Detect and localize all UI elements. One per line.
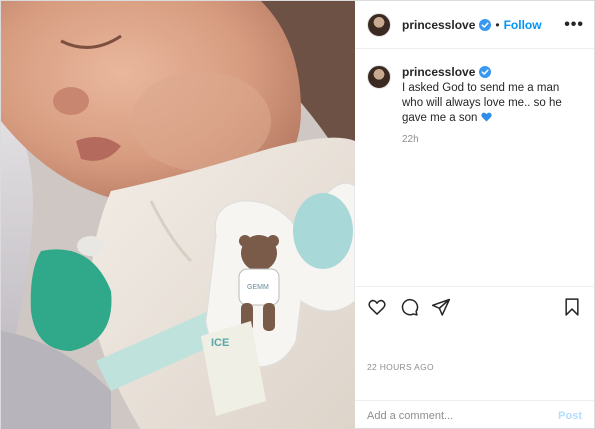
- post-photo[interactable]: ICE GEMM: [1, 1, 355, 429]
- tag-text: ICE: [211, 337, 229, 349]
- avatar[interactable]: [367, 12, 391, 37]
- verified-badge-icon: [479, 66, 492, 78]
- caption-row: princesslove I asked God to send me a ma…: [367, 65, 582, 147]
- more-options-icon[interactable]: •••: [564, 16, 584, 34]
- caption-text: I asked God to send me a man who will al…: [402, 81, 582, 126]
- comment-box: Post: [355, 400, 594, 429]
- share-icon[interactable]: [431, 297, 451, 317]
- heart-icon[interactable]: [367, 297, 387, 317]
- instagram-post: ICE GEMM princesslove • Follow ••• princ…: [0, 0, 595, 429]
- caption-avatar[interactable]: [367, 65, 391, 89]
- caption-body: princesslove I asked God to send me a ma…: [402, 65, 582, 147]
- action-bar: [355, 286, 594, 326]
- sticker-text: GEMM: [247, 284, 269, 291]
- comment-input[interactable]: [367, 409, 559, 422]
- comments-section: princesslove I asked God to send me a ma…: [355, 49, 594, 286]
- post-timestamp: 22 HOURS AGO: [367, 362, 434, 372]
- verified-badge-icon: [479, 18, 492, 31]
- follow-button[interactable]: Follow: [504, 18, 542, 32]
- post-comment-button[interactable]: Post: [558, 410, 582, 422]
- blue-heart-emoji-icon: [481, 112, 492, 122]
- post-side-panel: princesslove • Follow ••• princesslove I…: [355, 1, 594, 429]
- baby-photo-illustration: ICE GEMM: [1, 1, 355, 429]
- comment-icon[interactable]: [399, 297, 419, 317]
- bookmark-icon[interactable]: [562, 297, 582, 317]
- separator-dot: •: [495, 17, 500, 32]
- header-username[interactable]: princesslove: [402, 18, 475, 32]
- post-header: princesslove • Follow •••: [355, 1, 594, 49]
- caption-relative-time: 22h: [402, 134, 419, 145]
- caption-username[interactable]: princesslove: [402, 65, 475, 79]
